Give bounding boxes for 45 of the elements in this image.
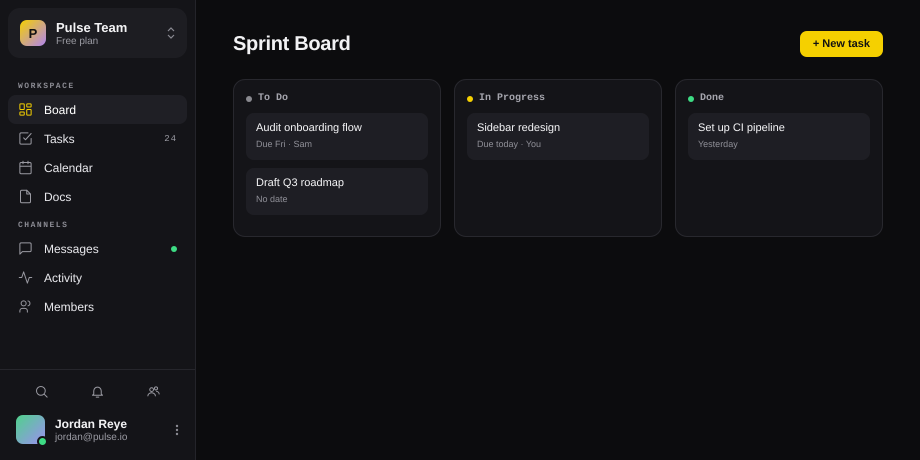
nav-item[interactable]: Calendar bbox=[8, 153, 187, 182]
column-title: Done bbox=[700, 93, 724, 104]
nav-item[interactable]: Docs bbox=[8, 182, 187, 211]
section-label: WORKSPACE bbox=[17, 82, 76, 91]
people-icon bbox=[18, 299, 33, 314]
chat-icon bbox=[18, 241, 33, 256]
page-title: Sprint Board bbox=[233, 32, 351, 56]
document-icon bbox=[18, 189, 33, 204]
task-meta: Due today · You bbox=[477, 139, 542, 149]
calendar-icon bbox=[18, 160, 33, 175]
task-meta: Due Fri · Sam bbox=[256, 139, 314, 149]
team-logo: P bbox=[20, 20, 46, 46]
nav-item[interactable]: Members bbox=[8, 292, 187, 321]
nav-item[interactable]: Tasks 24 bbox=[8, 124, 187, 153]
grid-icon bbox=[18, 102, 33, 117]
task-meta: Yesterday bbox=[698, 139, 739, 149]
user-email: jordan@pulse.io bbox=[55, 432, 128, 442]
bell-icon[interactable] bbox=[90, 384, 105, 399]
task-title: Audit onboarding flow bbox=[256, 122, 363, 134]
nav-item[interactable]: Activity bbox=[8, 263, 187, 292]
task-meta: No date bbox=[256, 194, 289, 204]
more-icon[interactable] bbox=[175, 424, 179, 436]
people-icon[interactable] bbox=[146, 384, 161, 399]
new-task-button[interactable]: + New task bbox=[800, 31, 883, 57]
search-icon[interactable] bbox=[34, 384, 50, 399]
section-label: CHANNELS bbox=[17, 221, 70, 230]
checkbox-icon bbox=[18, 131, 33, 146]
column-title: To Do bbox=[258, 93, 288, 104]
task-card[interactable]: Draft Q3 roadmap No date bbox=[246, 168, 428, 215]
column-title: In Progress bbox=[479, 93, 546, 104]
pulse-icon bbox=[18, 270, 33, 285]
item-count: 24 bbox=[164, 134, 177, 144]
nav-item[interactable]: Messages bbox=[8, 234, 187, 263]
task-title: Sidebar redesign bbox=[477, 122, 562, 134]
task-card[interactable]: Set up CI pipeline Yesterday bbox=[688, 113, 870, 160]
team-plan: Free plan bbox=[56, 36, 100, 46]
team-name: Pulse Team bbox=[56, 20, 128, 34]
user-name: Jordan Reye bbox=[55, 416, 128, 430]
nav-item[interactable]: Board bbox=[8, 95, 187, 124]
task-card[interactable]: Sidebar redesign Due today · You bbox=[467, 113, 649, 160]
task-title: Draft Q3 roadmap bbox=[256, 177, 346, 189]
team-switcher[interactable]: P Pulse Team Free plan bbox=[8, 8, 187, 58]
task-card[interactable]: Audit onboarding flow Due Fri · Sam bbox=[246, 113, 428, 160]
task-title: Set up CI pipeline bbox=[698, 122, 786, 134]
chevron-updown-icon bbox=[167, 27, 175, 39]
